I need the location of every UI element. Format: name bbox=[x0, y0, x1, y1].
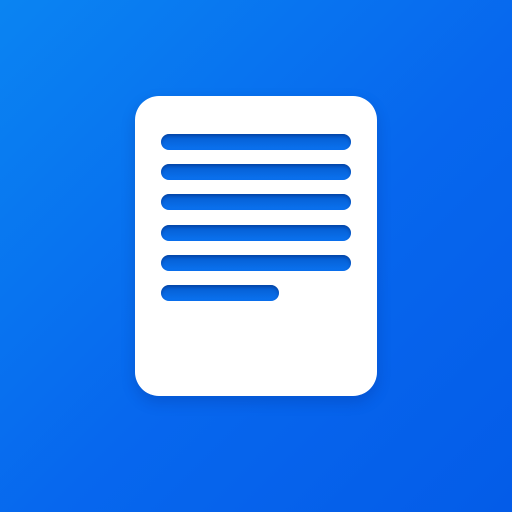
document-text-line bbox=[161, 164, 351, 180]
document-text-line-short bbox=[161, 285, 279, 301]
document-text-line bbox=[161, 225, 351, 241]
document-icon bbox=[135, 96, 377, 396]
document-text-line bbox=[161, 194, 351, 210]
document-text-line bbox=[161, 255, 351, 271]
document-text-line bbox=[161, 134, 351, 150]
app-icon-background bbox=[0, 0, 512, 512]
